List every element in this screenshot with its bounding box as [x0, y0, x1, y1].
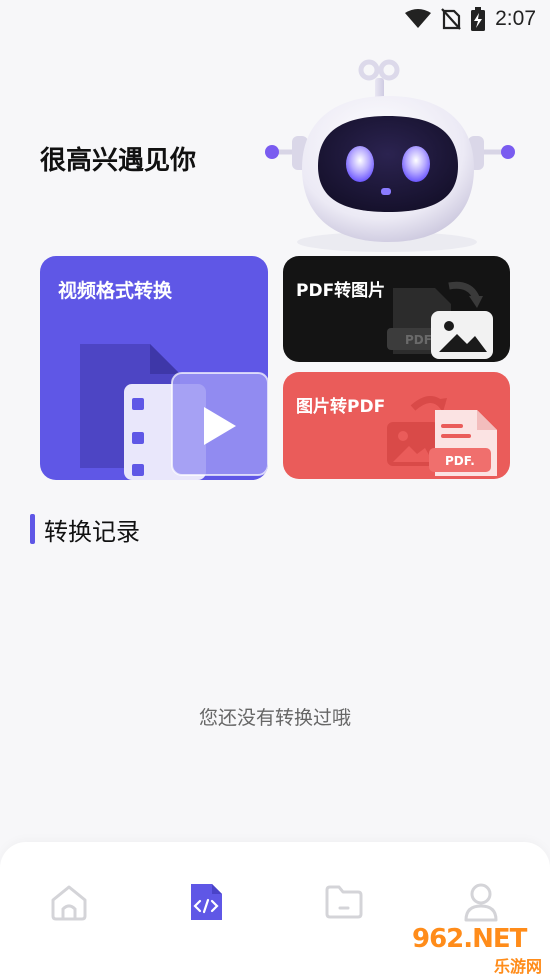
status-time: 2:07 — [495, 7, 536, 30]
code-file-icon — [191, 884, 222, 920]
conversion-history-header: 转换记录 — [30, 513, 140, 546]
wifi-icon — [405, 9, 432, 28]
pdf-dot-badge-text: PDF. — [445, 454, 475, 468]
battery-charging-icon — [471, 7, 486, 31]
section-accent-bar — [30, 514, 35, 544]
status-icons: 2:07 — [405, 6, 536, 32]
section-title: 转换记录 — [44, 517, 140, 546]
user-icon — [464, 883, 498, 922]
empty-state-text: 您还没有转换过哦 — [198, 707, 351, 729]
watermark-sub: 乐游网 — [491, 953, 544, 977]
robot-mascot — [265, 59, 515, 252]
nav-files[interactable] — [322, 880, 366, 924]
pdf-to-image-icon: PDF — [387, 281, 493, 359]
home-icon — [51, 885, 87, 921]
status-bar: 2:07 — [0, 0, 550, 40]
greeting-title: 很高兴遇见你 — [40, 146, 197, 176]
pdf-to-image-card[interactable]: PDF转图片 PDF — [283, 256, 510, 362]
video-file-icon — [80, 344, 268, 480]
no-sim-icon — [441, 8, 461, 30]
video-convert-card[interactable]: 视频格式转换 — [40, 256, 268, 480]
nav-profile[interactable] — [459, 880, 503, 924]
site-watermark: 962.NET 乐游网 — [412, 924, 550, 977]
pdf-badge-text: PDF — [405, 333, 432, 347]
image-to-pdf-card[interactable]: 图片转PDF PDF. — [283, 372, 510, 479]
image-to-pdf-icon: PDF. — [387, 396, 497, 476]
folder-icon — [325, 885, 363, 919]
watermark-brand: 962.NET — [412, 924, 527, 954]
nav-home[interactable] — [47, 880, 91, 924]
nav-convert[interactable] — [184, 880, 228, 924]
